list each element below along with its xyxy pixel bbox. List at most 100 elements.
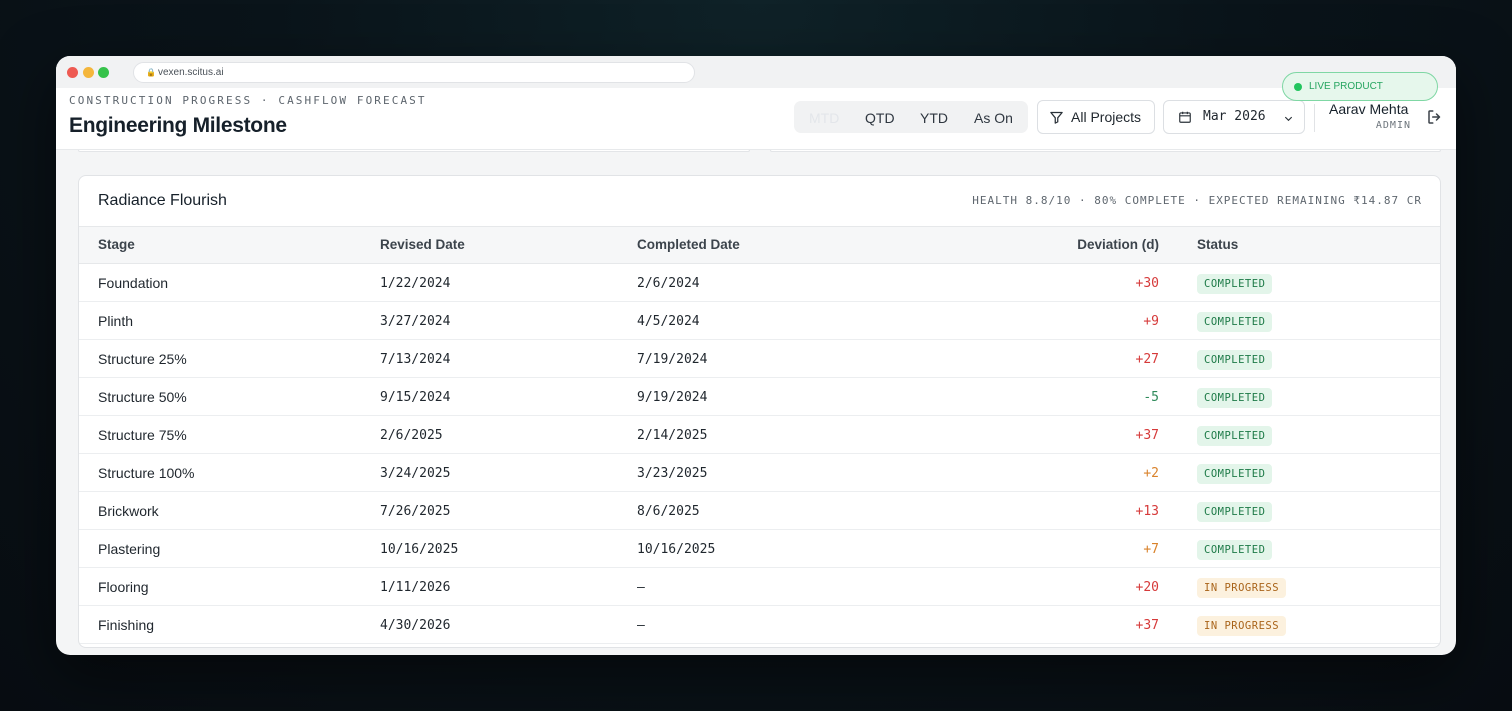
live-product-badge: LIVE PRODUCT [1282, 72, 1438, 101]
column-header-revised-date: Revised Date [380, 237, 465, 252]
deviation-cell: +9 [1143, 314, 1159, 329]
url-text: vexen.scitus.ai [157, 67, 224, 78]
table-row: Plastering 10/16/2025 10/16/2025 +7 COMPLETE… [79, 530, 1440, 568]
revised-date-cell: 1/11/2026 [380, 580, 451, 595]
table-row: Structure 25% 7/13/2024 7/19/2024 +27 COMPLE… [79, 340, 1440, 378]
stage-cell: Plastering [98, 541, 161, 557]
completed-date-cell: 2/6/2024 [637, 276, 700, 291]
completed-date-cell: 4/5/2024 [637, 314, 700, 329]
column-header-status: Status [1197, 237, 1239, 252]
browser-chrome: 🔒 vexen.scitus.ai [56, 56, 1456, 88]
completed-date-cell: 7/19/2024 [637, 352, 708, 367]
column-header-stage: Stage [98, 237, 135, 252]
calendar-icon [1179, 111, 1191, 123]
stage-cell: Plinth [98, 313, 134, 329]
deviation-cell: +2 [1143, 466, 1159, 481]
revised-date-cell: 10/16/2025 [380, 542, 459, 557]
project-summary: HEALTH 8.8/10 · 80% COMPLETE · EXPECTED … [972, 194, 1422, 207]
period-tab-as-on[interactable]: As On [974, 110, 1013, 126]
month-picker-label: Mar 2026 [1203, 109, 1266, 124]
period-tab-qtd[interactable]: QTD [865, 110, 895, 126]
deviation-cell: +7 [1143, 542, 1159, 557]
maximize-window-button[interactable] [98, 67, 109, 78]
lock-icon: 🔒 [146, 68, 156, 77]
milestone-card: Radiance Flourish HEALTH 8.8/10 · 80% CO… [78, 175, 1441, 648]
completed-date-cell: 9/19/2024 [637, 390, 708, 405]
revised-date-cell: 7/13/2024 [380, 352, 451, 367]
table-header: Stage Revised Date Completed Date Deviat… [79, 226, 1440, 264]
app-header: CONSTRUCTION PROGRESS · CASHFLOW FORECAS… [56, 88, 1456, 150]
status-badge: COMPLETED [1197, 274, 1273, 294]
deviation-cell: +30 [1135, 276, 1159, 291]
live-product-label: LIVE PRODUCT [1309, 81, 1383, 92]
chevron-down-icon [1284, 116, 1293, 122]
filter-icon [1050, 111, 1063, 124]
status-cell: IN PROGRESS [1197, 578, 1287, 598]
status-badge: COMPLETED [1197, 464, 1273, 484]
user-role: ADMIN [1375, 120, 1411, 131]
status-badge: IN PROGRESS [1197, 616, 1287, 636]
status-cell: COMPLETED [1197, 426, 1273, 446]
close-window-button[interactable] [67, 67, 78, 78]
minimize-window-button[interactable] [83, 67, 94, 78]
status-badge: COMPLETED [1197, 312, 1273, 332]
status-cell: COMPLETED [1197, 274, 1273, 294]
stage-cell: Structure 50% [98, 389, 187, 405]
completed-date-cell: — [637, 580, 645, 595]
stage-cell: Brickwork [98, 503, 159, 519]
live-status-dot [1294, 83, 1302, 91]
completed-date-cell: 10/16/2025 [637, 542, 716, 557]
period-tab-mtd[interactable]: MTD [809, 110, 839, 126]
status-badge: IN PROGRESS [1197, 578, 1287, 598]
project-filter-label: All Projects [1071, 109, 1142, 125]
user-name: Aarav Mehta [1329, 101, 1409, 117]
previous-card-edge [770, 150, 1441, 152]
period-tab-ytd[interactable]: YTD [920, 110, 948, 126]
status-cell: COMPLETED [1197, 464, 1273, 484]
completed-date-cell: 3/23/2025 [637, 466, 708, 481]
status-badge: COMPLETED [1197, 502, 1273, 522]
header-divider [1314, 104, 1315, 132]
status-cell: COMPLETED [1197, 388, 1273, 408]
revised-date-cell: 3/24/2025 [380, 466, 451, 481]
status-badge: COMPLETED [1197, 426, 1273, 446]
project-filter-button[interactable]: All Projects [1037, 100, 1155, 134]
status-badge: COMPLETED [1197, 388, 1273, 408]
page-eyebrow: CONSTRUCTION PROGRESS · CASHFLOW FORECAS… [69, 94, 427, 107]
status-cell: COMPLETED [1197, 350, 1273, 370]
status-badge: COMPLETED [1197, 540, 1273, 560]
revised-date-cell: 2/6/2025 [380, 428, 443, 443]
status-cell: COMPLETED [1197, 540, 1273, 560]
deviation-cell: +37 [1135, 618, 1159, 633]
stage-cell: Flooring [98, 579, 149, 595]
table-row: Flooring 1/11/2026 — +20 IN PROGRESS [79, 568, 1440, 606]
deviation-cell: -5 [1143, 390, 1159, 405]
stage-cell: Structure 75% [98, 427, 187, 443]
deviation-cell: +37 [1135, 428, 1159, 443]
stage-cell: Finishing [98, 617, 155, 633]
table-row: Structure 100% 3/24/2025 3/23/2025 +2 COMPLE… [79, 454, 1440, 492]
deviation-cell: +13 [1135, 504, 1159, 519]
table-row: Finishing 4/30/2026 — +37 IN PROGRESS [79, 606, 1440, 644]
period-selector: MTD QTD YTD As On [794, 101, 1028, 133]
completed-date-cell: — [637, 618, 645, 633]
completed-date-cell: 2/14/2025 [637, 428, 708, 443]
logout-icon[interactable] [1426, 108, 1444, 126]
month-picker-button[interactable]: Mar 2026 [1163, 100, 1305, 134]
status-cell: IN PROGRESS [1197, 616, 1287, 636]
revised-date-cell: 9/15/2024 [380, 390, 451, 405]
table-row: Structure 50% 9/15/2024 9/19/2024 -5 COMPLET… [79, 378, 1440, 416]
table-row: Plinth 3/27/2024 4/5/2024 +9 COMPLETED [79, 302, 1440, 340]
address-bar[interactable]: 🔒 vexen.scitus.ai [133, 62, 695, 83]
deviation-cell: +27 [1135, 352, 1159, 367]
table-row: Structure 75% 2/6/2025 2/14/2025 +37 COMPLET… [79, 416, 1440, 454]
status-cell: COMPLETED [1197, 502, 1273, 522]
table-row: Foundation 1/22/2024 2/6/2024 +30 COMPLETED [79, 264, 1440, 302]
column-header-completed-date: Completed Date [637, 237, 740, 252]
status-cell: COMPLETED [1197, 312, 1273, 332]
table-row: Brickwork 7/26/2025 8/6/2025 +13 COMPLETED [79, 492, 1440, 530]
project-title: Radiance Flourish [98, 192, 227, 209]
column-header-deviation: Deviation (d) [1077, 237, 1159, 252]
stage-cell: Foundation [98, 275, 169, 291]
completed-date-cell: 8/6/2025 [637, 504, 700, 519]
